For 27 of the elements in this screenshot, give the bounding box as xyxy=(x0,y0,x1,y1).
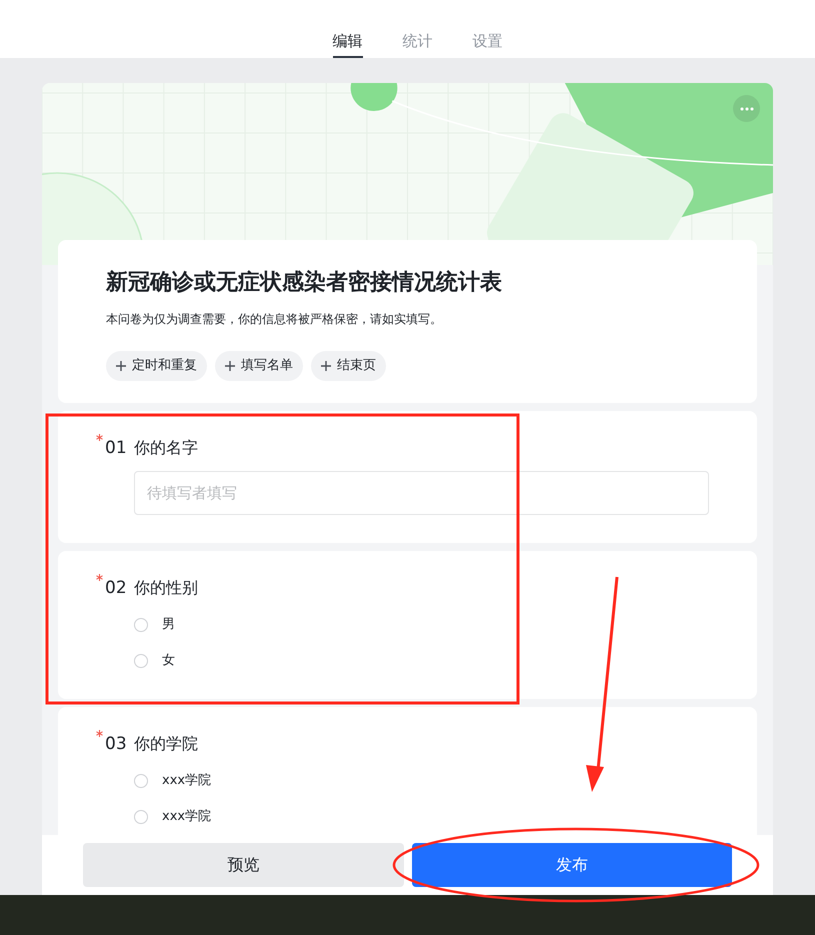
question-title: 你的学院 xyxy=(134,733,198,755)
plus-icon xyxy=(116,361,126,371)
option-label: xxx学院 xyxy=(162,808,212,826)
more-icon xyxy=(740,106,754,110)
radio-button[interactable] xyxy=(134,618,148,632)
form-description: 本问卷为仅为调查需要，你的信息将被严格保密，请如实填写。 xyxy=(106,311,443,328)
plus-icon xyxy=(321,361,331,371)
answer-field[interactable]: 待填写者填写 xyxy=(134,471,709,515)
form-title: 新冠确诊或无症状感染者密接情况统计表 xyxy=(106,268,503,297)
question-title: 你的性别 xyxy=(134,577,198,599)
option-label: 女 xyxy=(162,652,175,670)
radio-button[interactable] xyxy=(134,810,148,824)
radio-button[interactable] xyxy=(134,774,148,788)
question-number: 02 xyxy=(105,577,128,600)
question-title: 你的名字 xyxy=(134,437,198,459)
add-chip[interactable]: 结束页 xyxy=(311,351,386,381)
publish-button[interactable]: 发布 xyxy=(412,843,732,887)
plus-icon xyxy=(225,361,235,371)
tab[interactable]: 编辑 xyxy=(332,0,362,58)
radio-button[interactable] xyxy=(134,654,148,668)
add-chip[interactable]: 定时和重复 xyxy=(106,351,207,381)
preview-button[interactable]: 预览 xyxy=(83,843,404,887)
question-number: 01 xyxy=(105,437,128,460)
option-label: xxx学院 xyxy=(162,772,212,790)
add-chip[interactable]: 填写名单 xyxy=(215,351,303,381)
option-label: 男 xyxy=(162,616,175,634)
question-number: 03 xyxy=(105,733,128,756)
